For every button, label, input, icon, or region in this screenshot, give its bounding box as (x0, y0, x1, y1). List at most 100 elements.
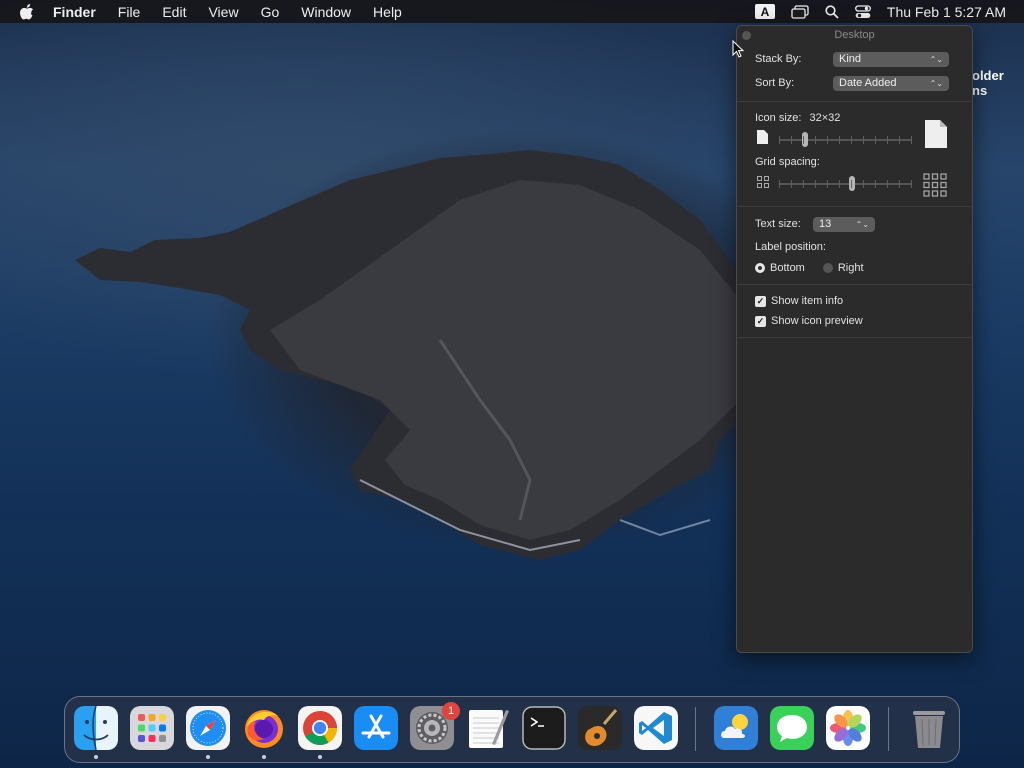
screen-mirroring-icon[interactable] (791, 4, 809, 19)
finder-icon[interactable] (74, 706, 118, 750)
guitar-icon[interactable] (578, 706, 622, 750)
slider-tick (791, 136, 792, 144)
vscode-icon[interactable] (634, 706, 678, 750)
slider-tick (875, 136, 876, 144)
menu-help[interactable]: Help (373, 4, 402, 20)
dock-separator (695, 707, 696, 751)
icon-size-value: 32×32 (809, 112, 841, 124)
desktop-folder-label-line1: older (972, 68, 1004, 83)
radio-selected-icon (755, 263, 765, 273)
slider-tick (839, 180, 840, 188)
grid-spacing-slider-row (755, 170, 954, 198)
slider-tick (803, 180, 804, 188)
sort-by-label: Sort By: (755, 77, 795, 89)
control-center-icon[interactable] (854, 4, 871, 19)
menu-view[interactable]: View (208, 4, 238, 20)
close-button[interactable] (742, 31, 751, 40)
mouse-cursor-icon (732, 40, 744, 58)
icon-size-slider[interactable] (779, 139, 911, 141)
firefox-icon[interactable] (242, 706, 286, 750)
slider-tick (863, 180, 864, 188)
small-grid-icon (757, 176, 769, 188)
show-icon-preview-checkbox[interactable]: ✓ Show icon preview (755, 311, 954, 331)
large-document-icon (925, 120, 947, 148)
slider-tick (803, 136, 804, 144)
text-size-label: Text size: (755, 218, 801, 230)
menu-app-name[interactable]: Finder (53, 4, 96, 20)
app-store-icon[interactable] (354, 706, 398, 750)
dock-separator (888, 707, 889, 751)
checkmark-icon: ✓ (755, 315, 766, 327)
grid-spacing-slider-knob[interactable] (849, 176, 855, 191)
text-size-popup[interactable]: 13 ⌃⌄ (813, 216, 875, 232)
slider-tick (851, 180, 852, 188)
menu-file[interactable]: File (118, 4, 141, 20)
slider-tick (899, 136, 900, 144)
slider-tick (863, 136, 864, 144)
launchpad-icon[interactable] (130, 706, 174, 750)
slider-tick (779, 136, 780, 144)
chevron-updown-icon: ⌃⌄ (929, 78, 943, 88)
slider-tick (815, 136, 816, 144)
wallpaper-island (75, 150, 750, 560)
sort-by-value: Date Added (839, 77, 897, 89)
panel-titlebar[interactable]: Desktop (737, 26, 972, 44)
desktop-folder-label[interactable]: older ns (972, 68, 1004, 98)
notepad-icon[interactable] (466, 706, 510, 750)
slider-tick (899, 180, 900, 188)
menu-window[interactable]: Window (301, 4, 351, 20)
terminal-icon[interactable] (522, 706, 566, 750)
radio-unselected-icon (822, 263, 833, 273)
grid-spacing-label: Grid spacing: (755, 156, 820, 168)
slider-tick (851, 136, 852, 144)
show-item-info-label: Show item info (771, 295, 844, 307)
input-source-icon[interactable]: A (754, 4, 775, 19)
label-position-right-radio[interactable]: Right (822, 262, 864, 274)
desktop-folder-label-line2: ns (972, 83, 988, 98)
show-icon-preview-label: Show icon preview (771, 315, 863, 327)
photos-icon[interactable] (826, 706, 870, 750)
label-position-label: Label position: (755, 241, 826, 253)
stack-by-label: Stack By: (755, 53, 802, 65)
running-indicator (206, 755, 210, 759)
menu-bar: Finder File Edit View Go Window Help A T… (0, 0, 1024, 23)
small-document-icon (757, 130, 768, 144)
chevron-updown-icon: ⌃⌄ (929, 54, 943, 64)
running-indicator (318, 755, 322, 759)
grid-spacing-slider[interactable] (779, 183, 911, 185)
messages-icon[interactable] (770, 706, 814, 750)
show-item-info-checkbox[interactable]: ✓ Show item info (755, 291, 954, 311)
chrome-icon[interactable] (298, 706, 342, 750)
icon-size-label: Icon size: (755, 112, 802, 124)
stack-by-value: Kind (839, 53, 862, 65)
running-indicator (262, 755, 266, 759)
icon-size-slider-row (755, 120, 954, 154)
weather-icon[interactable] (714, 706, 758, 750)
checkmark-icon: ✓ (755, 295, 766, 307)
slider-tick (887, 180, 888, 188)
slider-tick (815, 180, 816, 188)
slider-tick (839, 136, 840, 144)
slider-tick (875, 180, 876, 188)
panel-title: Desktop (834, 29, 875, 41)
slider-tick (911, 180, 912, 188)
safari-icon[interactable] (186, 706, 230, 750)
view-options-panel: Desktop Stack By: Kind ⌃⌄ Sort By: Date … (736, 25, 973, 653)
large-grid-icon (923, 173, 947, 197)
text-size-value: 13 (819, 218, 832, 230)
notification-badge: 1 (442, 702, 460, 720)
menu-go[interactable]: Go (261, 4, 280, 20)
trash-icon[interactable] (907, 706, 951, 750)
label-position-right-text: Right (837, 262, 864, 274)
menu-clock[interactable]: Thu Feb 1 5:27 AM (887, 4, 1006, 20)
slider-tick (779, 180, 780, 188)
spotlight-search-icon[interactable] (825, 4, 839, 19)
sort-by-popup[interactable]: Date Added ⌃⌄ (833, 75, 949, 91)
apple-menu-icon[interactable] (17, 0, 37, 23)
label-position-bottom-text: Bottom (770, 262, 805, 274)
stack-by-popup[interactable]: Kind ⌃⌄ (833, 51, 949, 67)
menu-edit[interactable]: Edit (162, 4, 186, 20)
label-position-bottom-radio[interactable]: Bottom (755, 262, 805, 274)
running-indicator (94, 755, 98, 759)
slider-tick (827, 136, 828, 144)
